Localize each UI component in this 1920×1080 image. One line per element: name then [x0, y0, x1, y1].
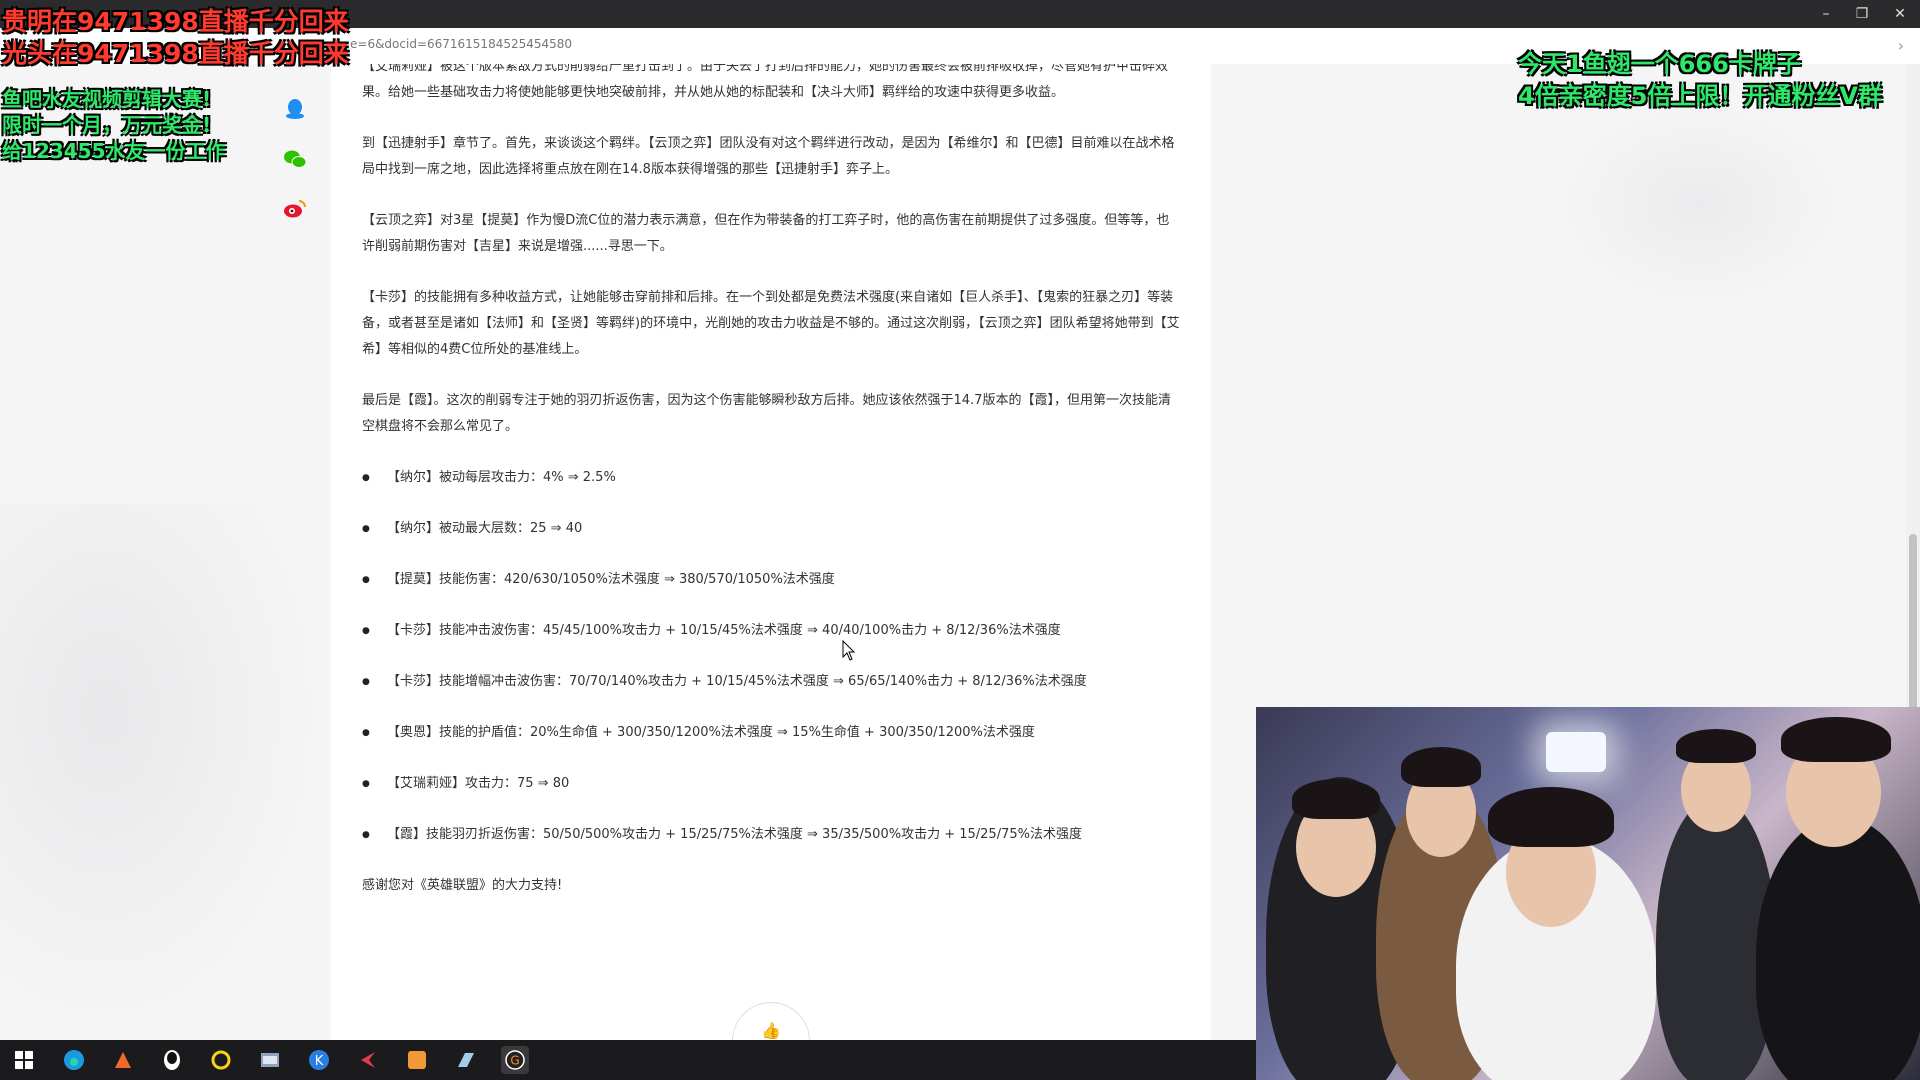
notes-icon[interactable]: [452, 1046, 480, 1074]
hair: [1401, 747, 1481, 787]
thumbs-up-icon: 👍: [761, 1021, 781, 1040]
red-app-icon[interactable]: [354, 1046, 382, 1074]
obs-g-icon[interactable]: G: [501, 1046, 529, 1074]
overlay-line: 4倍亲密度5倍上限！开通粉丝V群: [1518, 82, 1882, 110]
svg-text:K: K: [315, 1054, 324, 1069]
article-paragraph: 【云顶之弈】对3星【提莫】作为慢D流C位的潜力表示满意，但在作为带装备的打工弈子…: [362, 213, 1170, 254]
overlay-line: 贵明在9471398直播千分回来: [2, 7, 349, 36]
restore-icon[interactable]: ❐: [1852, 4, 1872, 24]
list-item: 【纳尔】被动每层攻击力：4% ⇒ 2.5%: [362, 465, 1182, 491]
list-item: 【霞】技能羽刃折返伤害：50/50/500%攻击力 + 15/25/75%法术强…: [362, 822, 1182, 848]
hair: [1781, 717, 1891, 762]
list-item: 【艾瑞莉娅】攻击力：75 ⇒ 80: [362, 771, 1182, 797]
article-paragraph: 【卡莎】的技能拥有多种收益方式，让她能够击穿前排和后排。在一个到处都是免费法术强…: [362, 290, 1180, 357]
list-item: 【卡莎】技能冲击波伤害：45/45/100%攻击力 + 10/15/45%法术强…: [362, 618, 1182, 644]
hair: [1488, 787, 1614, 847]
stream-overlay-red: 贵明在9471398直播千分回来 光头在9471398直播千分回来: [2, 6, 349, 70]
list-item: 【卡莎】技能增幅冲击波伤害：70/70/140%攻击力 + 10/15/45%法…: [362, 669, 1182, 695]
overlay-line: 今天1鱼翅一个666卡牌子: [1518, 50, 1801, 78]
minimize-icon[interactable]: –: [1816, 4, 1836, 24]
stream-overlay-green: 鱼吧水友视频剪辑大赛! 限时一个月，万元奖金! 给123455水友一份工作: [2, 86, 226, 164]
hair: [1676, 729, 1756, 763]
hair: [1292, 779, 1380, 819]
share-sidebar: [282, 96, 312, 246]
qq-penguin-icon[interactable]: [158, 1046, 186, 1074]
person: [1756, 817, 1920, 1080]
chevron-right-icon[interactable]: ›: [1898, 36, 1904, 55]
overlay-line: 鱼吧水友视频剪辑大赛!: [2, 87, 212, 111]
overlay-line: 光头在9471398直播千分回来: [2, 39, 349, 68]
overlay-line: 限时一个月，万元奖金!: [2, 113, 212, 137]
background-decoration: [1560, 104, 1840, 304]
list-item: 【提莫】技能伤害：420/630/1050%法术强度 ⇒ 380/570/105…: [362, 567, 1182, 593]
close-icon[interactable]: ✕: [1890, 4, 1910, 24]
article-paragraph: 【艾瑞莉娅】被这个版本紧敌方式的削弱给严重打击到了。由于失去了打到后排的能力，她…: [362, 64, 1169, 100]
weibo-icon[interactable]: [282, 196, 308, 222]
closing-text: 感谢您对《英雄联盟》的大力支持!: [362, 878, 563, 893]
windows-start-icon[interactable]: [10, 1046, 38, 1074]
taskbar: K G: [0, 1040, 1256, 1080]
article-paragraph: 到【迅捷射手】章节了。首先，来谈谈这个羁绊。【云顶之弈】团队没有对这个羁绊进行改…: [362, 136, 1175, 177]
file-manager-icon[interactable]: [256, 1046, 284, 1074]
background-decoration: [0, 504, 320, 1024]
change-list: 【纳尔】被动每层攻击力：4% ⇒ 2.5% 【纳尔】被动最大层数：25 ⇒ 40…: [362, 465, 1182, 848]
list-item: 【奥恩】技能的护盾值：20%生命值 + 300/350/1200%法术强度 ⇒ …: [362, 720, 1182, 746]
k-app-icon[interactable]: K: [305, 1046, 333, 1074]
article-paragraph: 最后是【霞】。这次的削弱专注于她的羽刃折返伤害，因为这个伤害能够瞬秒敌方后排。她…: [362, 393, 1171, 434]
browser-icon[interactable]: [109, 1046, 137, 1074]
url-text[interactable]: e=6&docid=6671615184525454580: [350, 37, 572, 51]
article-content: 【艾瑞莉娅】被这个版本紧敌方式的削弱给严重打击到了。由于失去了打到后排的能力，她…: [362, 64, 1182, 924]
ring-light: [1546, 732, 1606, 772]
circle-app-icon[interactable]: [207, 1046, 235, 1074]
wechat-icon[interactable]: [282, 146, 308, 172]
list-item: 【纳尔】被动最大层数：25 ⇒ 40: [362, 516, 1182, 542]
game-launcher-icon[interactable]: [403, 1046, 431, 1074]
stream-overlay-promo: 今天1鱼翅一个666卡牌子 4倍亲密度5倍上限！开通粉丝V群: [1518, 48, 1882, 112]
qq-icon[interactable]: [282, 96, 308, 122]
mouse-cursor-icon: [842, 640, 856, 661]
svg-text:G: G: [510, 1054, 519, 1068]
overlay-line: 给123455水友一份工作: [2, 139, 226, 163]
webcam-feed: [1256, 707, 1920, 1080]
edge-icon[interactable]: [60, 1046, 88, 1074]
